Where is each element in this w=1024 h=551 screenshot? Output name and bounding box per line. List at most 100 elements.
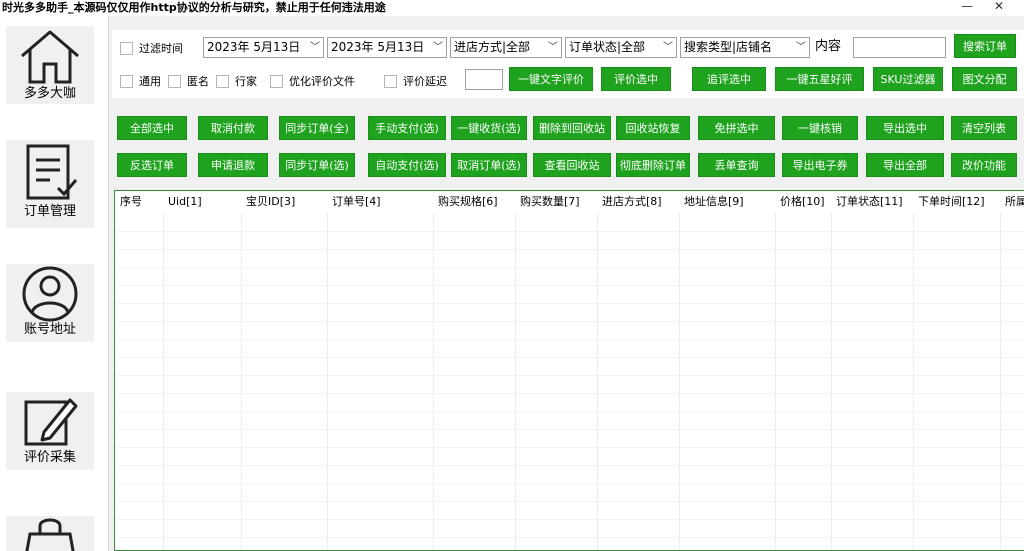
anonymous-checkbox[interactable]: 匿名 <box>168 73 209 89</box>
chevron-down-icon[interactable]: ﹀ <box>663 38 673 57</box>
column-header[interactable]: 购买数量[7] <box>515 191 580 213</box>
view-recycle-bin-button[interactable]: 查看回收站 <box>533 153 611 177</box>
column-header[interactable]: 所属 <box>1000 191 1024 213</box>
sidebar: 多多大咖 订单管理 账号地址 评价采集 <box>0 16 108 551</box>
close-button[interactable]: ✕ <box>989 0 1009 14</box>
review-delay-checkbox[interactable]: 评价延迟 <box>384 73 447 89</box>
lost-order-query-button[interactable]: 丢单查询 <box>698 153 775 177</box>
export-selected-button[interactable]: 导出选中 <box>866 116 944 140</box>
grid-row-line <box>115 465 1024 466</box>
grid-row-line <box>115 429 1024 430</box>
image-text-assign-button[interactable]: 图文分配 <box>952 67 1017 91</box>
title-bar: 时光多多助手_本源码仅仅用作http协议的分析与研究，禁止用于任何违法用途 — … <box>0 0 1024 16</box>
search-orders-button[interactable]: 搜索订单 <box>954 34 1016 58</box>
sidebar-item-bag[interactable] <box>6 516 94 551</box>
column-header[interactable]: 宝贝ID[3] <box>241 191 295 213</box>
order-status-select[interactable]: 订单状态|全部 ﹀ <box>565 37 677 58</box>
move-to-recycle-bin-button[interactable]: 删除到回收站 <box>533 116 611 140</box>
request-refund-button[interactable]: 申请退款 <box>198 153 268 177</box>
permanently-delete-button[interactable]: 彻底删除订单 <box>616 153 690 177</box>
minimize-button[interactable]: — <box>957 0 977 14</box>
follow-review-selected-button[interactable]: 追评选中 <box>692 67 766 91</box>
sidebar-item-label: 评价采集 <box>23 450 76 465</box>
cancel-payment-button[interactable]: 取消付款 <box>198 116 268 140</box>
column-header[interactable]: 购买规格[6] <box>433 191 498 213</box>
general-checkbox[interactable]: 通用 <box>120 73 161 89</box>
action-panel: 全部选中 取消付款 同步订单(全) 手动支付(选) 一键收货(选) 删除到回收站… <box>112 98 1024 188</box>
five-star-review-button[interactable]: 一键五星好评 <box>775 67 864 91</box>
checkbox-box[interactable] <box>168 74 181 88</box>
column-header[interactable]: 地址信息[9] <box>679 191 744 213</box>
column-header[interactable]: 进店方式[8] <box>597 191 662 213</box>
column-header[interactable]: 价格[10] <box>775 191 825 213</box>
user-icon <box>22 266 78 322</box>
grid-row-line <box>115 321 1024 322</box>
invert-selection-button[interactable]: 反选订单 <box>117 153 187 177</box>
grid-row-line <box>115 339 1024 340</box>
select-all-button[interactable]: 全部选中 <box>117 116 187 140</box>
home-icon <box>21 30 79 84</box>
filter-time-label: 过滤时间 <box>139 42 183 55</box>
filter-time-checkbox[interactable]: 过滤时间 <box>120 40 183 56</box>
main-panel: 过滤时间 2023年 5月13日 ﹀ 2023年 5月13日 ﹀ 进店方式|全部… <box>108 16 1024 551</box>
grid-row-line <box>115 519 1024 520</box>
checkbox-box[interactable] <box>216 74 229 88</box>
anonymous-label: 匿名 <box>187 75 209 88</box>
column-header[interactable]: 序号 <box>115 191 142 213</box>
optimize-checkbox[interactable]: 优化评价文件 <box>270 73 355 89</box>
grid-row-line <box>115 249 1024 250</box>
grid-row-line <box>115 285 1024 286</box>
checkbox-box[interactable] <box>270 74 283 88</box>
expert-checkbox[interactable]: 行家 <box>216 73 257 89</box>
manual-pay-button[interactable]: 手动支付(选) <box>368 116 446 140</box>
column-header[interactable]: 订单状态[11] <box>831 191 903 213</box>
chevron-down-icon[interactable]: ﹀ <box>548 38 558 57</box>
content-label: 内容 <box>815 39 842 54</box>
checkbox-box[interactable] <box>120 74 133 88</box>
sidebar-item-orders[interactable]: 订单管理 <box>6 140 94 228</box>
sidebar-item-home[interactable]: 多多大咖 <box>6 26 94 104</box>
grid-row-line <box>115 375 1024 376</box>
column-header[interactable]: 订单号[4] <box>327 191 381 213</box>
auto-pay-button[interactable]: 自动支付(选) <box>368 153 446 177</box>
general-label: 通用 <box>139 75 161 88</box>
sidebar-item-label: 订单管理 <box>23 204 76 219</box>
grid-row-line <box>115 411 1024 412</box>
sidebar-item-reviews[interactable]: 评价采集 <box>6 392 94 470</box>
column-header[interactable]: 下单时间[12] <box>913 191 985 213</box>
optimize-label: 优化评价文件 <box>289 75 355 88</box>
window-title: 时光多多助手_本源码仅仅用作http协议的分析与研究，禁止用于任何违法用途 <box>2 1 386 14</box>
review-delay-input[interactable] <box>465 69 503 90</box>
one-click-verify-button[interactable]: 一键核销 <box>782 116 858 140</box>
checkbox-box[interactable] <box>120 41 133 55</box>
review-selected-button[interactable]: 评价选中 <box>601 67 671 91</box>
sidebar-item-account[interactable]: 账号地址 <box>6 264 94 342</box>
grid-row-line <box>115 267 1024 268</box>
one-click-receive-button[interactable]: 一键收货(选) <box>451 116 527 140</box>
sync-orders-selected-button[interactable]: 同步订单(选) <box>279 153 355 177</box>
skip-group-selected-button[interactable]: 免拼选中 <box>698 116 775 140</box>
one-click-text-review-button[interactable]: 一键文字评价 <box>509 67 593 91</box>
column-header[interactable]: Uid[1] <box>163 191 202 213</box>
store-mode-select[interactable]: 进店方式|全部 ﹀ <box>450 37 562 58</box>
sku-filter-button[interactable]: SKU过滤器 <box>873 67 943 91</box>
clear-list-button[interactable]: 清空列表 <box>951 116 1017 140</box>
recycle-restore-button[interactable]: 回收站恢复 <box>616 116 690 140</box>
chevron-down-icon[interactable]: ﹀ <box>310 38 320 57</box>
chevron-down-icon[interactable]: ﹀ <box>433 38 443 57</box>
checkbox-box[interactable] <box>384 74 397 88</box>
cancel-order-button[interactable]: 取消订单(选) <box>451 153 527 177</box>
chevron-down-icon[interactable]: ﹀ <box>796 38 806 57</box>
date-to-value: 2023年 5月13日 <box>331 40 425 54</box>
orders-table[interactable]: 序号 Uid[1] 宝贝ID[3] 订单号[4] 购买规格[6] 购买数量[7]… <box>114 190 1024 551</box>
export-e-voucher-button[interactable]: 导出电子券 <box>782 153 858 177</box>
content-input[interactable] <box>853 37 946 58</box>
sidebar-item-label: 多多大咖 <box>23 86 76 101</box>
export-all-button[interactable]: 导出全部 <box>866 153 944 177</box>
sync-orders-all-button[interactable]: 同步订单(全) <box>279 116 355 140</box>
date-to-picker[interactable]: 2023年 5月13日 ﹀ <box>327 37 447 58</box>
date-from-picker[interactable]: 2023年 5月13日 ﹀ <box>203 37 324 58</box>
price-change-button[interactable]: 改价功能 <box>951 153 1017 177</box>
date-from-value: 2023年 5月13日 <box>207 40 301 54</box>
search-type-select[interactable]: 搜索类型|店铺名 ﹀ <box>680 37 810 58</box>
